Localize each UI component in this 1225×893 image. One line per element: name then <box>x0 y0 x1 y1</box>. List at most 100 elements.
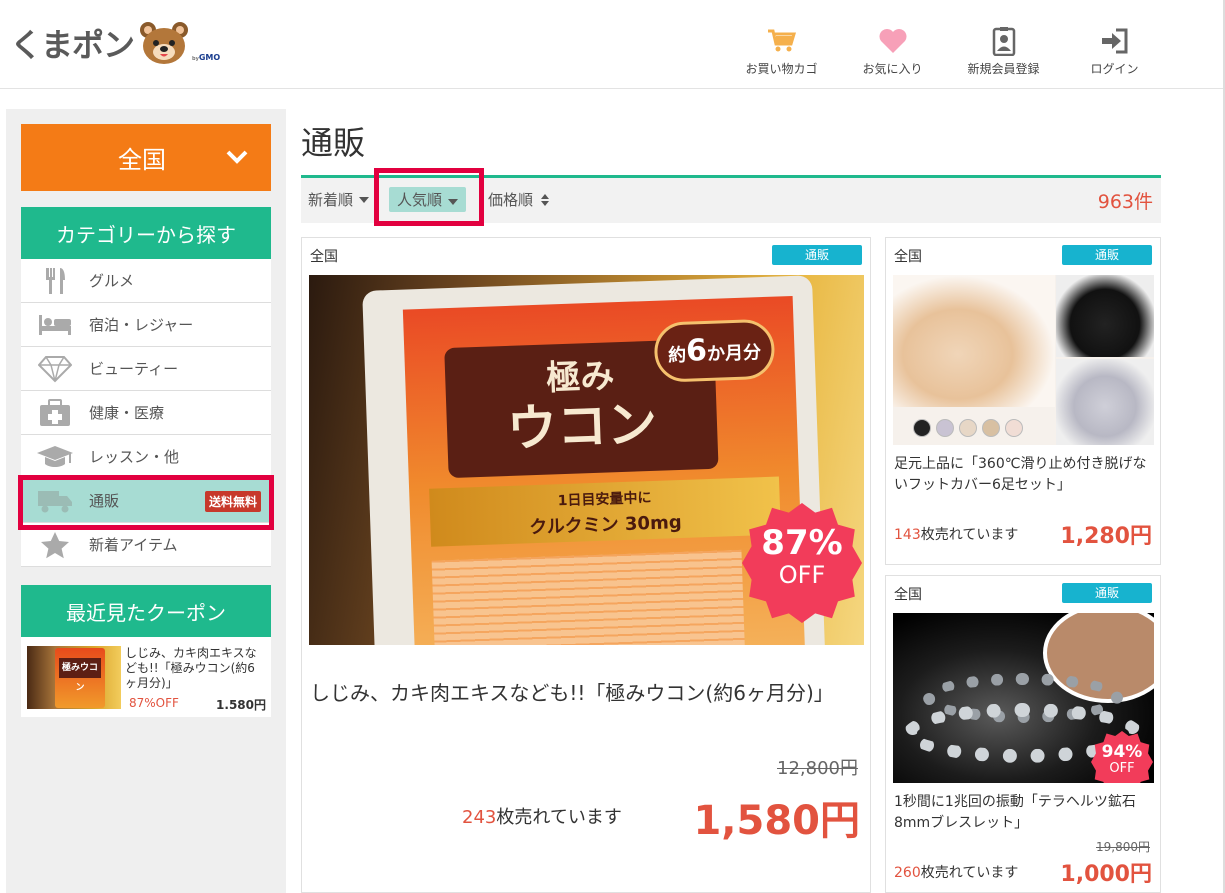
category-label: 新着アイテム <box>89 536 178 554</box>
register-link[interactable]: 新規会員登録 <box>948 26 1059 77</box>
site-logo[interactable]: くまポン byGMO <box>10 18 220 68</box>
area-label: 全国 <box>118 146 166 174</box>
cart-link[interactable]: お買い物カゴ <box>726 26 837 77</box>
sort-newest[interactable]: 新着順 <box>308 189 370 210</box>
sold-suffix: 枚売れています <box>920 527 1019 543</box>
graduation-cap-icon <box>37 445 73 467</box>
coupon-title: 足元上品に「360℃滑り止め付き脱げないフットカバー6足セット」 <box>894 456 1147 493</box>
sort-price[interactable]: 価格順 <box>488 189 551 210</box>
recent-price: 1.580円 <box>216 698 266 712</box>
sold-count: 143枚売れています <box>894 524 1018 544</box>
sort-bar: 新着順 人気順 価格順 963件 <box>301 175 1161 223</box>
register-label: 新規会員登録 <box>967 62 1040 76</box>
category-new-items[interactable]: 新着アイテム <box>21 523 271 567</box>
recent-coupon[interactable]: 極みウコン しじみ、カキ肉エキスなども!!「極みウコン(約6ヶ月分)」 87%O… <box>21 637 271 717</box>
category-label: レッスン・他 <box>89 448 180 466</box>
category-lesson[interactable]: レッスン・他 <box>21 435 271 479</box>
favorites-link[interactable]: お気に入り <box>837 26 948 77</box>
login-icon <box>1101 28 1127 54</box>
member-card-icon <box>992 27 1015 56</box>
sidebar: 全国 カテゴリーから探す グルメ 宿泊・レジャー ビューティー 健康・医療 レッ… <box>6 109 286 893</box>
favorites-label: お気に入り <box>862 62 923 76</box>
recent-thumbnail: 極みウコン <box>27 646 121 709</box>
logo-brand: GMO <box>198 52 221 62</box>
recent-pack-text: 極みウコン <box>59 658 101 693</box>
recent-heading: 最近見たクーポン <box>21 585 271 637</box>
coupon-title: しじみ、カキ肉エキスなども!!「極みウコン(約6ヶ月分)」 <box>310 681 834 705</box>
months-prefix: 約 <box>667 344 687 367</box>
original-price: 12,800円 <box>777 758 858 779</box>
sale-price: 1,580円 <box>693 798 860 844</box>
category-label: 宿泊・レジャー <box>89 316 194 334</box>
coupon-region: 全国 <box>894 587 922 603</box>
page-title: 通販 <box>301 124 366 162</box>
sort-updown-icon <box>541 193 550 206</box>
sale-price: 1,280円 <box>1060 524 1152 549</box>
sale-price: 1,000円 <box>1060 862 1152 887</box>
header-nav: お買い物カゴ お気に入り 新規会員登録 ログイン <box>726 26 1170 77</box>
site-header: くまポン byGMO お買い物カゴ お気に入り 新規会員登録 ログイン <box>0 0 1225 89</box>
months-num: 6 <box>685 332 708 369</box>
category-beauty[interactable]: ビューティー <box>21 347 271 391</box>
package-months-badge: 約6か月分 <box>653 318 776 383</box>
months-suffix: か月分 <box>706 342 762 365</box>
chevron-down-icon <box>226 150 248 164</box>
sort-popular[interactable]: 人気順 <box>389 187 467 212</box>
sold-suffix: 枚売れています <box>920 865 1019 881</box>
cart-icon <box>767 29 796 52</box>
package-title-line2: ウコン <box>506 394 658 458</box>
sort-newest-label: 新着順 <box>308 191 354 209</box>
package-ingredients-text <box>431 549 745 645</box>
featured-coupon-card[interactable]: 全国 通販 極み ウコン 約6か月分 1日目安量中に クルクミン 30mg 87… <box>301 237 871 893</box>
area-selector[interactable]: 全国 <box>21 124 271 191</box>
sort-price-label: 価格順 <box>488 191 534 209</box>
first-aid-icon <box>40 398 70 426</box>
sold-count: 243枚売れています <box>462 803 622 829</box>
coupon-region: 全国 <box>894 249 922 265</box>
gmo-mark: byGMO <box>192 53 220 62</box>
coupon-title: 1秒間に1兆回の振動「テラヘルツ鉱石8mmブレスレット」 <box>894 794 1136 831</box>
category-heading: カテゴリーから探す <box>21 207 271 259</box>
discount-percent: 87% <box>761 523 843 563</box>
login-link[interactable]: ログイン <box>1059 26 1170 77</box>
category-travel[interactable]: 宿泊・レジャー <box>21 303 271 347</box>
category-mail-order[interactable]: 通販 送料無料 <box>21 479 271 523</box>
logo-by: by <box>192 55 199 62</box>
bed-icon <box>39 314 71 335</box>
recent-title: しじみ、カキ肉エキスなども!!「極みウコン(約6ヶ月分)」 <box>125 646 257 690</box>
bear-logo-icon <box>140 22 189 64</box>
cart-label: お買い物カゴ <box>745 62 818 76</box>
caret-down-icon <box>448 199 459 205</box>
sort-popular-label: 人気順 <box>397 191 443 209</box>
category-label: 健康・医療 <box>89 404 165 422</box>
category-health[interactable]: 健康・医療 <box>21 391 271 435</box>
recent-discount: 87%OFF <box>129 696 179 710</box>
color-swatches <box>913 419 1023 437</box>
logo-text: くまポン <box>10 26 135 64</box>
category-list: グルメ 宿泊・レジャー ビューティー 健康・医療 レッスン・他 通販 送料無料 … <box>21 259 271 567</box>
category-gourmet[interactable]: グルメ <box>21 259 271 303</box>
coupon-tag: 通販 <box>1062 245 1152 265</box>
fork-knife-icon <box>46 267 65 294</box>
login-label: ログイン <box>1090 62 1139 76</box>
diamond-icon <box>38 355 72 382</box>
sold-count: 260枚売れています <box>894 862 1018 882</box>
coupon-region: 全国 <box>310 249 338 265</box>
sold-number: 143 <box>894 527 921 543</box>
category-label: 通販 <box>89 492 120 510</box>
product-image: 94% OFF <box>893 613 1154 783</box>
free-shipping-badge: 送料無料 <box>204 491 261 512</box>
discount-off: OFF <box>778 561 826 589</box>
coupon-card[interactable]: 全国 通販 94% OFF 1秒間に1兆回の振動「テラヘルツ鉱石8mmブレスレッ… <box>885 575 1161 893</box>
caret-down-icon <box>359 196 370 203</box>
package-band: 1日目安量中に クルクミン 30mg <box>429 476 781 547</box>
coupon-card[interactable]: 全国 通販 足元上品に「360℃滑り止め付き脱げないフットカバー6足セット」 1… <box>885 237 1161 565</box>
sold-number: 243 <box>462 807 497 828</box>
star-icon <box>41 531 69 558</box>
product-image <box>893 275 1154 445</box>
discount-percent: 94% <box>1101 742 1143 762</box>
sold-suffix: 枚売れています <box>496 807 622 828</box>
result-count: 963件 <box>1097 191 1153 213</box>
coupon-tag: 通販 <box>1062 583 1152 603</box>
heart-icon <box>879 29 906 53</box>
